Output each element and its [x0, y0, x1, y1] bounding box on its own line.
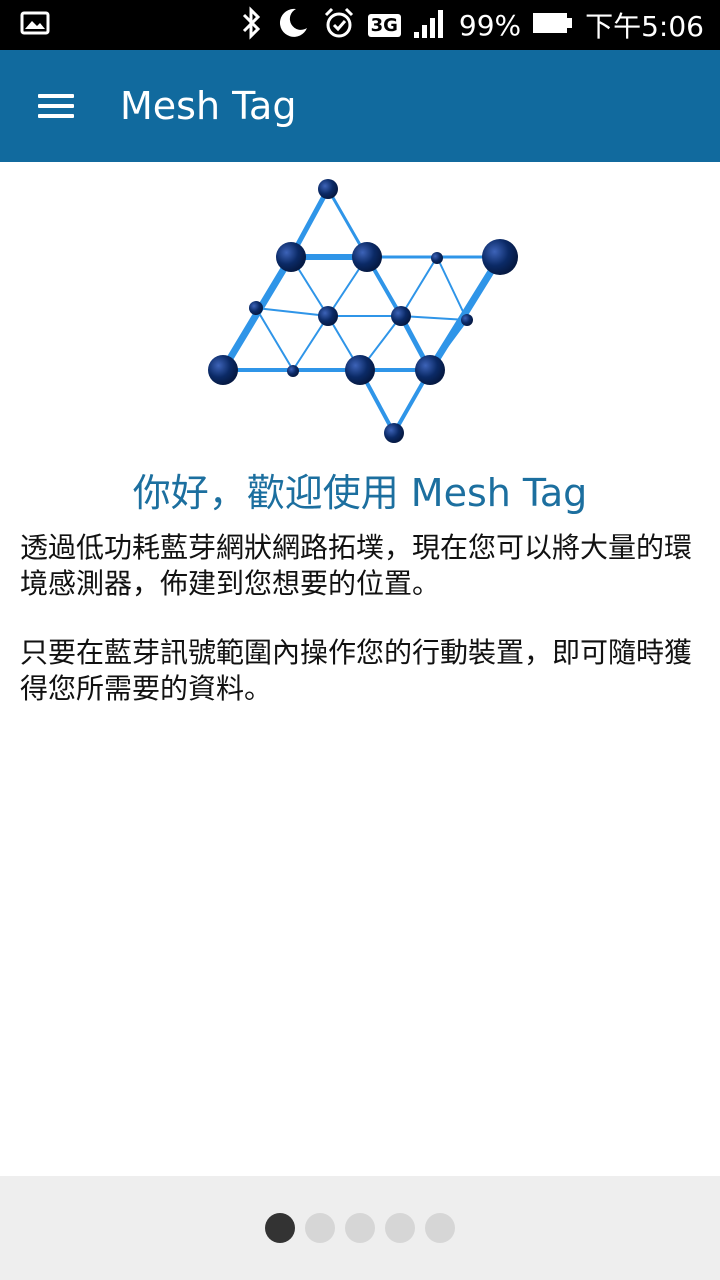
welcome-heading: 你好，歡迎使用 Mesh Tag [132, 471, 588, 515]
app-bar: Mesh Tag [0, 50, 720, 162]
alarm-clock-icon [322, 6, 356, 44]
network-3g-badge: 3G [367, 13, 401, 37]
clock: 下午5:06 [585, 10, 704, 43]
mesh-network-logo [200, 170, 530, 450]
intro-paragraph-2: 只要在藍芽訊號範圍內操作您的行動裝置，即可隨時獲得您所需要的資料。 [20, 636, 693, 705]
page-dot-1[interactable] [265, 1213, 295, 1243]
onboarding-pager [0, 1176, 720, 1280]
page-dot-4[interactable] [385, 1213, 415, 1243]
hamburger-menu-icon[interactable] [30, 84, 82, 128]
page-indicator [0, 1213, 720, 1243]
signal-strength-icon [413, 8, 447, 42]
intro-paragraph-1: 透過低功耗藍芽網狀網路拓墣，現在您可以將大量的環境感測器，佈建到您想要的位置。 [20, 531, 693, 600]
page-dot-2[interactable] [305, 1213, 335, 1243]
battery-percent: 99% [458, 8, 522, 42]
gallery-notification-icon [20, 10, 50, 40]
do-not-disturb-moon-icon [276, 6, 310, 44]
app-title: Mesh Tag [120, 84, 297, 128]
bluetooth-icon [240, 6, 264, 44]
battery-icon [533, 11, 573, 39]
page-dot-3[interactable] [345, 1213, 375, 1243]
status-bar: 3G 99% 下午5:06 [0, 0, 720, 50]
page-dot-5[interactable] [425, 1213, 455, 1243]
